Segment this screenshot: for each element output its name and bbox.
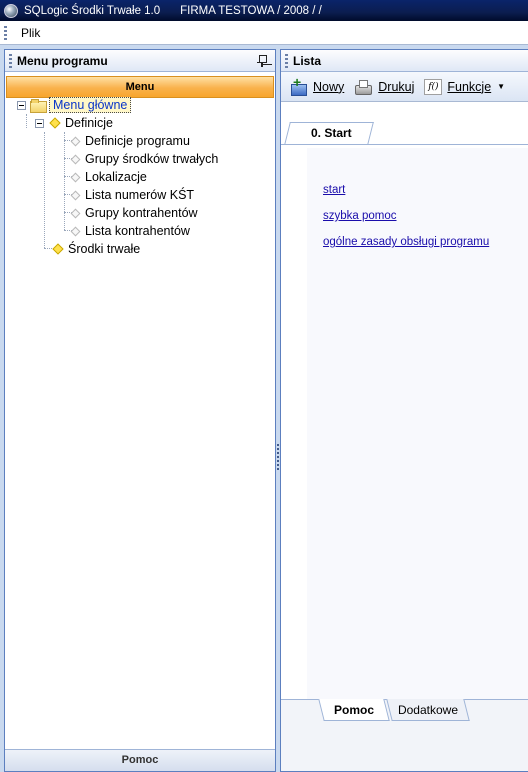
window-context: FIRMA TESTOWA / 2008 / / xyxy=(180,4,322,17)
folder-icon xyxy=(30,99,47,113)
window-title: SQLogic Środki Trwałe 1.0 xyxy=(24,4,161,17)
printer-icon xyxy=(354,79,373,95)
tree-item-label: Definicje programu xyxy=(85,134,190,148)
tree-item-lokalizacje[interactable]: Lokalizacje xyxy=(69,168,147,186)
tab-pomoc-label: Pomoc xyxy=(333,703,374,717)
tree-item-srodki-trwale[interactable]: Środki trwałe xyxy=(51,240,140,258)
tree-item-lista-kontrahentow[interactable]: Lista kontrahentów xyxy=(69,222,190,240)
functions-button[interactable]: f() Funkcje ▼ xyxy=(424,78,505,95)
tree-item-lista-kst[interactable]: Lista numerów KŚT xyxy=(69,186,194,204)
node-diamond-icon xyxy=(49,117,61,129)
leaf-diamond-icon xyxy=(70,154,81,164)
tree-item-definicje[interactable]: Definicje xyxy=(35,114,113,132)
bottom-tabstrip: Pomoc Dodatkowe xyxy=(281,699,528,771)
content-area xyxy=(307,148,528,701)
panel-grip-icon[interactable] xyxy=(9,53,12,68)
tab-dodatkowe-label: Dodatkowe xyxy=(397,703,459,717)
collapse-icon[interactable] xyxy=(17,100,26,110)
leaf-diamond-icon xyxy=(70,190,81,200)
node-diamond-icon xyxy=(52,243,64,255)
start-content: start szybka pomoc ogólne zasady obsługi… xyxy=(281,148,528,701)
leaf-diamond-icon xyxy=(70,226,81,236)
dropdown-arrow-icon[interactable]: ▼ xyxy=(497,82,505,91)
menu-panel-title: Menu programu xyxy=(17,53,108,68)
print-button-label: Drukuj xyxy=(378,79,415,94)
menubar-grip-icon[interactable] xyxy=(4,25,7,40)
menu-panel-header: Menu programu xyxy=(5,50,275,72)
collapse-icon[interactable] xyxy=(35,118,44,128)
tree-item-definicje-programu[interactable]: Definicje programu xyxy=(69,132,190,150)
tree-item-label: Menu główne xyxy=(49,97,132,113)
functions-button-label: Funkcje xyxy=(447,79,492,94)
tree-item-label: Środki trwałe xyxy=(68,242,141,256)
leaf-diamond-icon xyxy=(70,136,81,146)
link-start[interactable]: start xyxy=(323,184,345,196)
menu-bar: Plik xyxy=(0,21,528,45)
leaf-diamond-icon xyxy=(70,172,81,182)
title-bar: SQLogic Środki Trwałe 1.0 FIRMA TESTOWA … xyxy=(0,0,528,21)
tree-item-label: Grupy środków trwałych xyxy=(85,152,219,166)
toolbar: Nowy Drukuj f() Funkcje ▼ xyxy=(281,72,528,102)
link-szybka-pomoc[interactable]: szybka pomoc xyxy=(323,210,397,222)
panel-grip-icon[interactable] xyxy=(285,53,288,68)
new-record-icon xyxy=(289,74,307,96)
tree-item-label: Lista numerów KŚT xyxy=(85,188,195,202)
app-icon xyxy=(4,3,18,18)
tree-item-label: Lista kontrahentów xyxy=(85,224,190,238)
menu-plik[interactable]: Plik xyxy=(19,24,42,42)
tree-item-label: Definicje xyxy=(65,116,113,130)
tree-item-label: Grupy kontrahentów xyxy=(85,206,198,220)
list-panel: Lista Nowy Drukuj f() Funkcje ▼ 0. Start… xyxy=(280,49,528,772)
tab-pomoc[interactable]: Pomoc xyxy=(318,699,390,721)
document-tabstrip: 0. Start xyxy=(281,102,528,148)
menu-tree: Menu główne Definicje Definicje programu… xyxy=(5,96,275,728)
tree-item-grupy-srodkow[interactable]: Grupy środków trwałych xyxy=(69,150,218,168)
tree-item-grupy-kontrahentow[interactable]: Grupy kontrahentów xyxy=(69,204,198,222)
tree-item-label: Lokalizacje xyxy=(85,170,147,184)
tree-item-root[interactable]: Menu główne xyxy=(17,96,132,114)
leaf-diamond-icon xyxy=(70,208,81,218)
list-panel-header: Lista xyxy=(281,50,528,72)
new-button-label: Nowy xyxy=(313,79,345,94)
tab-pomoc-left[interactable]: Pomoc xyxy=(5,749,275,771)
menu-panel: Menu programu Menu Menu główne Definicje… xyxy=(4,49,276,772)
pin-icon[interactable] xyxy=(255,54,269,68)
new-button[interactable]: Nowy xyxy=(289,74,345,96)
splitter-grip-icon[interactable] xyxy=(277,444,279,470)
function-icon: f() xyxy=(424,78,443,95)
link-ogolne-zasady[interactable]: ogólne zasady obsługi programu xyxy=(323,236,489,248)
print-button[interactable]: Drukuj xyxy=(354,79,414,95)
list-panel-title: Lista xyxy=(293,53,322,68)
tab-start-label[interactable]: 0. Start xyxy=(311,126,352,140)
menu-section-header[interactable]: Menu xyxy=(6,76,274,98)
tab-dodatkowe[interactable]: Dodatkowe xyxy=(386,699,470,721)
